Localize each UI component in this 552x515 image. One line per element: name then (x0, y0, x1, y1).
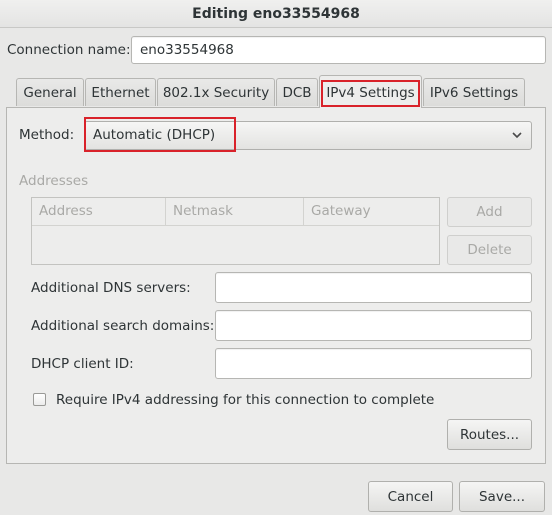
tab-general[interactable]: General (16, 78, 84, 106)
search-domains-input[interactable] (215, 310, 532, 341)
column-netmask[interactable]: Netmask (165, 198, 303, 225)
window-title: Editing eno33554968 (0, 0, 552, 28)
delete-address-button[interactable]: Delete (447, 235, 532, 265)
tab-ethernet[interactable]: Ethernet (85, 78, 156, 106)
addresses-heading: Addresses (19, 173, 89, 189)
method-value: Automatic (DHCP) (93, 127, 216, 143)
routes-button[interactable]: Routes... (447, 419, 532, 450)
search-domains-label: Additional search domains: (31, 318, 215, 334)
addresses-table[interactable]: Address Netmask Gateway (31, 197, 440, 265)
method-combo[interactable]: Automatic (DHCP) (84, 121, 532, 150)
dns-servers-label: Additional DNS servers: (31, 280, 191, 296)
tab-802-1x-security[interactable]: 802.1x Security (157, 78, 275, 106)
connection-name-input[interactable]: eno33554968 (131, 36, 546, 64)
dhcp-client-id-input[interactable] (215, 348, 532, 379)
save-button[interactable]: Save... (459, 481, 545, 512)
tab-ipv4-settings[interactable]: IPv4 Settings (319, 75, 422, 108)
connection-name-label: Connection name: (7, 42, 131, 58)
require-ipv4-label: Require IPv4 addressing for this connect… (56, 392, 435, 408)
addresses-table-header: Address Netmask Gateway (32, 198, 439, 226)
column-gateway[interactable]: Gateway (303, 198, 439, 225)
tab-dcb[interactable]: DCB (276, 78, 318, 106)
method-label: Method: (19, 127, 75, 143)
tab-ipv6-settings[interactable]: IPv6 Settings (423, 78, 525, 106)
add-address-button[interactable]: Add (447, 197, 532, 227)
chevron-down-icon (511, 122, 523, 159)
column-address[interactable]: Address (32, 198, 165, 225)
dhcp-client-id-label: DHCP client ID: (31, 356, 134, 372)
require-ipv4-checkbox[interactable] (33, 393, 46, 406)
cancel-button[interactable]: Cancel (368, 481, 453, 512)
dns-servers-input[interactable] (215, 272, 532, 303)
